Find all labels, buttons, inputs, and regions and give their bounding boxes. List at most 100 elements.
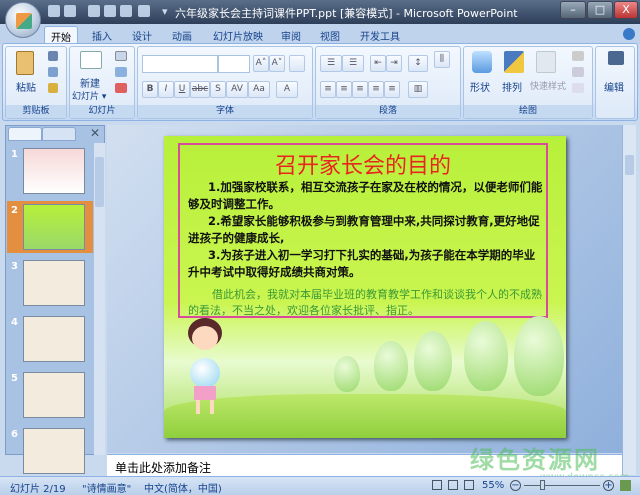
sorter-view-icon[interactable] (448, 480, 458, 490)
zoom-in-icon[interactable]: + (603, 480, 614, 491)
tab-outline[interactable] (42, 127, 76, 141)
numbering-icon[interactable]: ☰ (342, 55, 364, 72)
justify-icon[interactable]: ≡ (368, 81, 384, 98)
thumbnail-image[interactable] (23, 316, 85, 362)
thumbnail-image[interactable] (23, 204, 85, 250)
thumbnail-image[interactable] (23, 148, 85, 194)
italic-button[interactable]: I (158, 81, 174, 98)
bullet-point-2[interactable]: 2.希望家长能够积极参与到教育管理中来,共同探讨教育,更好地促进孩子的健康成长, (188, 213, 544, 246)
shape-effects-icon[interactable] (572, 83, 584, 93)
align-center-icon[interactable]: ≡ (336, 81, 352, 98)
scroll-thumb[interactable] (95, 157, 104, 207)
group-drawing: 形状 排列 快速样式 绘图 (463, 46, 593, 119)
zoom-out-icon[interactable]: − (510, 480, 521, 491)
font-name-select[interactable] (142, 55, 218, 73)
align-left-icon[interactable]: ≡ (320, 81, 336, 98)
bold-button[interactable]: B (142, 81, 158, 98)
font-size-select[interactable] (218, 55, 250, 73)
slide-thumbnail-4[interactable]: 4 (7, 313, 93, 365)
format-icon[interactable] (138, 5, 150, 17)
underline-button[interactable]: U (174, 81, 190, 98)
undo-icon[interactable] (64, 5, 76, 17)
customize-qat-icon[interactable]: ▾ (162, 5, 168, 18)
zoom-slider[interactable] (524, 485, 600, 486)
decrease-indent-icon[interactable]: ⇤ (370, 55, 386, 72)
font-color-button[interactable]: A (276, 81, 298, 98)
paste-button[interactable]: 粘贴 (16, 79, 36, 94)
strikethrough-button[interactable]: abc (190, 81, 210, 98)
fit-window-icon[interactable] (620, 480, 631, 491)
maximize-button[interactable]: □ (587, 1, 613, 19)
help-icon[interactable] (623, 28, 635, 40)
copy-icon[interactable] (48, 67, 58, 77)
shape-outline-icon[interactable] (572, 67, 584, 77)
shapes-button[interactable]: 形状 (470, 79, 490, 94)
spacing-button[interactable]: AV (226, 81, 248, 98)
slide-thumbnail-6[interactable]: 6 (7, 425, 93, 477)
slide-thumbnail-5[interactable]: 5 (7, 369, 93, 421)
vertical-scrollbar[interactable] (622, 125, 636, 475)
distribute-icon[interactable]: ≡ (384, 81, 400, 98)
editing-button[interactable]: 编辑 (604, 79, 624, 94)
quick-styles-icon[interactable] (536, 51, 556, 73)
slide-canvas[interactable]: 召开家长会的目的 1.加强家校联系，相互交流孩子在家及在校的情况，以便老师们能够… (164, 136, 566, 438)
bullet-point-3[interactable]: 3.为孩子进入初一学习打下扎实的基础,为孩子能在本学期的毕业升中考试中取得好成绩… (188, 247, 544, 280)
arrange-button[interactable]: 排列 (502, 79, 522, 94)
delete-slide-icon[interactable] (115, 83, 127, 93)
group-paragraph: ☰ ☰ ⇤ ⇥ ↕ ⫼ ≡ ≡ ≡ ≡ ≡ ▥ 段落 (315, 46, 461, 119)
new-slide-icon[interactable] (80, 51, 102, 69)
new-slide-button[interactable]: 新建 (80, 75, 100, 90)
zoom-level[interactable]: 55% (482, 480, 504, 491)
increase-indent-icon[interactable]: ⇥ (386, 55, 402, 72)
redo-icon[interactable] (88, 5, 100, 17)
grow-font-button[interactable]: A˄ (253, 55, 269, 72)
language-status[interactable]: 中文(简体，中国) (144, 480, 222, 495)
close-panel-icon[interactable]: ✕ (90, 126, 100, 140)
shape-fill-icon[interactable] (572, 51, 584, 61)
slide-thumbnail-2[interactable]: 2 (7, 201, 93, 253)
save-icon[interactable] (48, 5, 60, 17)
bullets-icon[interactable]: ☰ (320, 55, 342, 72)
panel-scrollbar[interactable] (94, 143, 105, 455)
new-icon[interactable] (104, 5, 116, 17)
binoculars-icon[interactable] (608, 51, 624, 65)
scroll-thumb[interactable] (625, 155, 634, 175)
spellcheck-icon[interactable] (120, 5, 132, 17)
change-case-button[interactable]: Aa (248, 81, 270, 98)
slide-title[interactable]: 召开家长会的目的 (180, 148, 546, 180)
notes-placeholder[interactable]: 单击此处添加备注 (115, 459, 211, 476)
layout-icon[interactable] (115, 51, 127, 61)
line-spacing-icon[interactable]: ↕ (408, 55, 428, 72)
reset-icon[interactable] (115, 67, 127, 77)
normal-view-icon[interactable] (432, 480, 442, 490)
bullet-point-1[interactable]: 1.加强家校联系，相互交流孩子在家及在校的情况，以便老师们能够及时调整工作。 (188, 179, 544, 212)
cut-icon[interactable] (48, 51, 58, 61)
minimize-button[interactable]: – (560, 1, 586, 19)
slide-thumbnail-1[interactable]: 1 (7, 145, 93, 197)
text-frame[interactable]: 召开家长会的目的 1.加强家校联系，相互交流孩子在家及在校的情况，以便老师们能够… (178, 143, 548, 318)
shadow-button[interactable]: S (210, 81, 226, 98)
zoom-slider-thumb[interactable] (540, 480, 545, 490)
group-label: 字体 (138, 105, 312, 118)
close-button[interactable]: X (614, 1, 638, 19)
office-button[interactable] (5, 2, 41, 38)
tab-slides[interactable] (8, 127, 42, 141)
columns-icon[interactable]: ▥ (408, 81, 428, 98)
text-direction-icon[interactable]: ⫼ (434, 51, 450, 68)
shrink-font-button[interactable]: A˅ (269, 55, 285, 72)
window-title: 六年级家长会主持词课件PPT.ppt [兼容模式] - Microsoft Po… (175, 7, 518, 20)
thumbnail-image[interactable] (23, 260, 85, 306)
thumbnail-image[interactable] (23, 372, 85, 418)
slide-thumbnail-3[interactable]: 3 (7, 257, 93, 309)
clear-format-icon[interactable] (289, 55, 305, 72)
format-painter-icon[interactable] (48, 83, 58, 93)
arrange-icon[interactable] (504, 51, 524, 73)
paste-icon[interactable] (16, 51, 34, 75)
quick-styles-button[interactable]: 快速样式 (530, 79, 566, 92)
shapes-icon[interactable] (472, 51, 492, 73)
new-slide-dropdown[interactable]: 幻灯片 ▾ (72, 89, 106, 102)
closing-text[interactable]: 借此机会，我就对本届毕业班的教育教学工作和谈谈我个人的不成熟的看法，不当之处，欢… (188, 287, 544, 319)
thumbnail-image[interactable] (23, 428, 85, 474)
align-right-icon[interactable]: ≡ (352, 81, 368, 98)
slideshow-view-icon[interactable] (464, 480, 474, 490)
